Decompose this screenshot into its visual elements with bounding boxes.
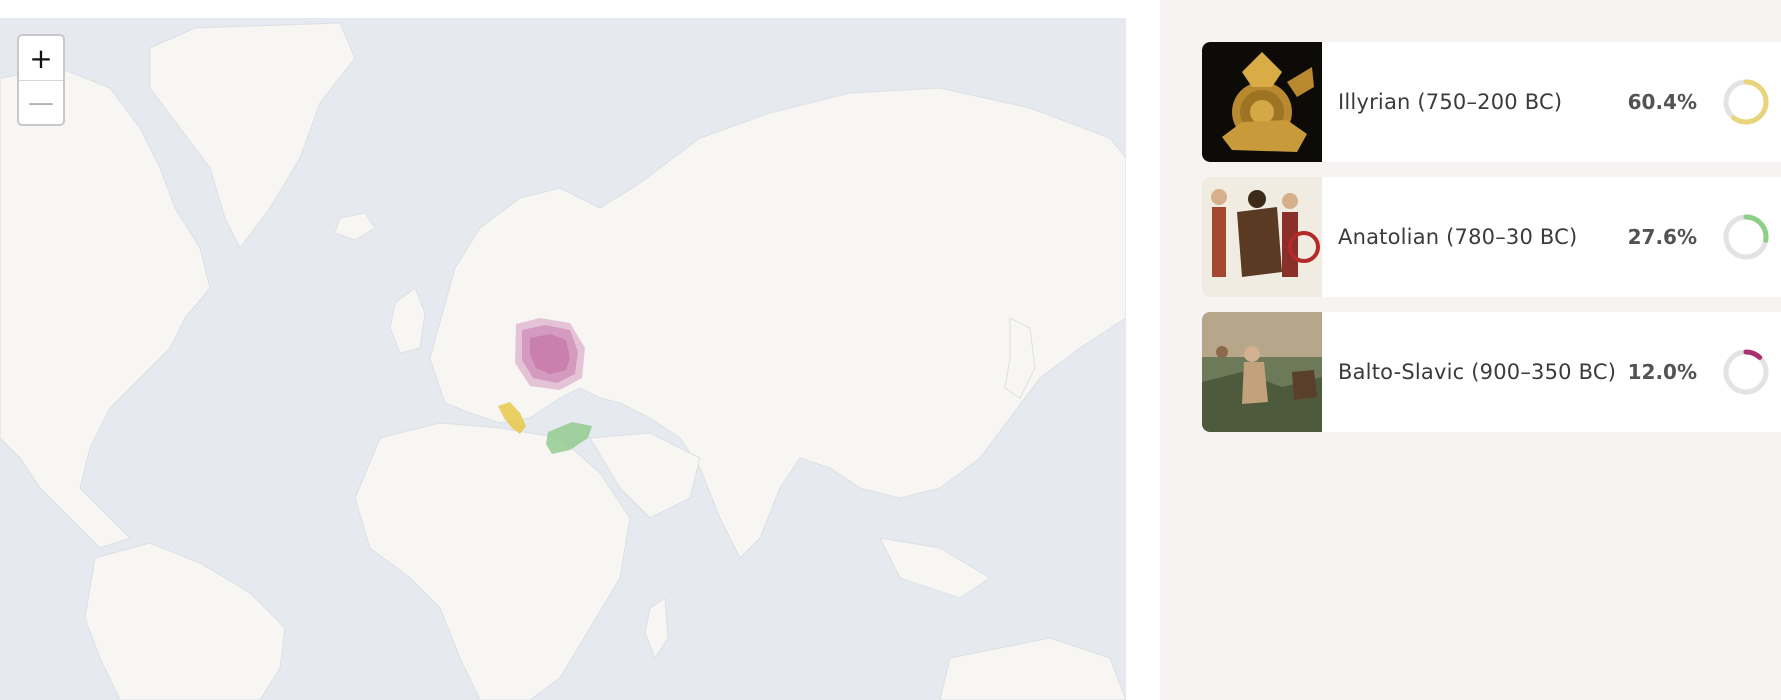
- result-label: Anatolian (780–30 BC): [1338, 225, 1578, 249]
- world-map[interactable]: [0, 18, 1126, 700]
- ancestry-map[interactable]: + —: [0, 18, 1126, 700]
- result-card-illyrian[interactable]: Illyrian (750–200 BC) 60.4%: [1202, 42, 1781, 162]
- result-percentage: 27.6%: [1627, 225, 1697, 249]
- result-label: Balto-Slavic (900–350 BC): [1338, 360, 1617, 384]
- result-card-balto-slavic[interactable]: Balto-Slavic (900–350 BC) 12.0%: [1202, 312, 1781, 432]
- result-percentage: 12.0%: [1627, 360, 1697, 384]
- percentage-ring: [1723, 214, 1769, 260]
- illyrian-artifact-image: [1202, 42, 1322, 162]
- zoom-out-button[interactable]: —: [19, 81, 63, 124]
- zoom-control: + —: [17, 34, 65, 126]
- result-percentage: 60.4%: [1627, 90, 1697, 114]
- ancestry-results-panel: Illyrian (750–200 BC) 60.4% Anatolian (7…: [1160, 0, 1781, 700]
- result-card-anatolian[interactable]: Anatolian (780–30 BC) 27.6%: [1202, 177, 1781, 297]
- balto-slavic-scene-image: [1202, 312, 1322, 432]
- zoom-in-button[interactable]: +: [19, 36, 63, 81]
- result-label: Illyrian (750–200 BC): [1338, 90, 1563, 114]
- percentage-ring: [1723, 79, 1769, 125]
- anatolian-warriors-image: [1202, 177, 1322, 297]
- percentage-ring: [1723, 349, 1769, 395]
